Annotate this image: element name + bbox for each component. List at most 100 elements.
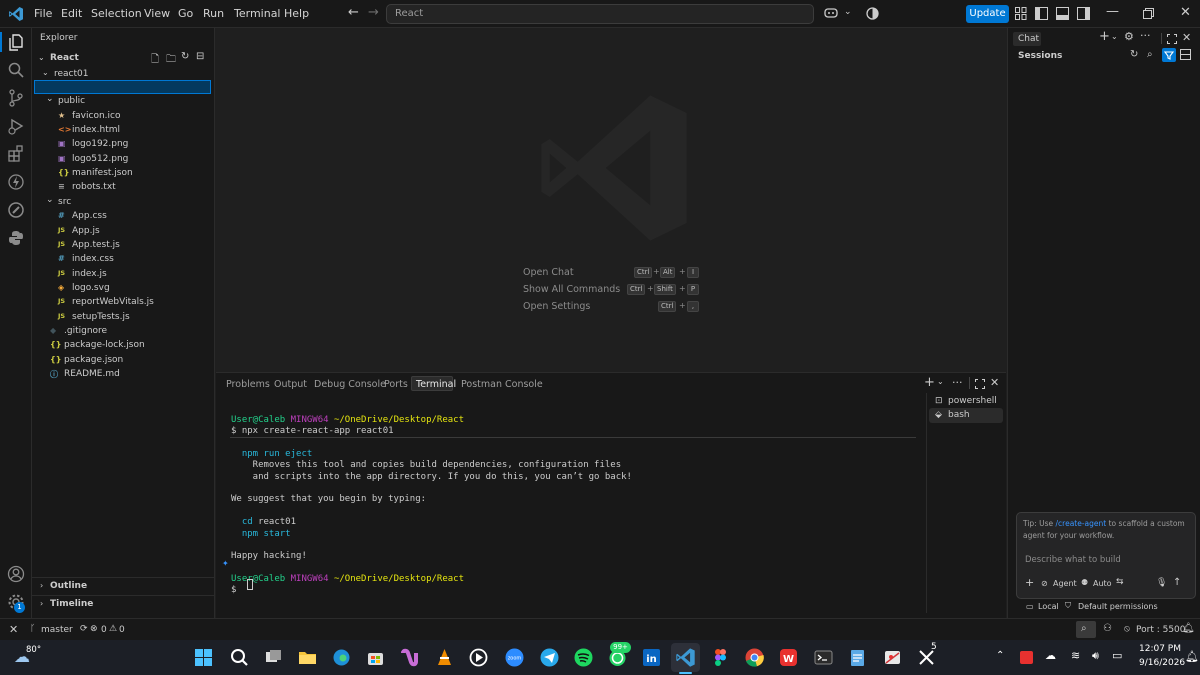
layout-icon[interactable]	[1180, 49, 1191, 60]
refresh-icon[interactable]: ↻	[1130, 49, 1138, 60]
close-icon[interactable]: ✕	[1180, 5, 1191, 20]
search-icon[interactable]: ⌕	[1147, 49, 1153, 60]
snipping-tool-icon[interactable]	[882, 647, 903, 668]
tab-debug-console[interactable]: Debug Console	[314, 379, 386, 390]
python-icon[interactable]	[6, 228, 26, 248]
more-actions-icon[interactable]: ···	[1140, 29, 1151, 42]
windows-start-icon[interactable]	[193, 647, 214, 668]
timeline-section[interactable]: Timeline	[50, 599, 93, 609]
source-control-icon[interactable]	[6, 88, 26, 108]
maximize-chat-icon[interactable]	[1167, 34, 1177, 44]
open-chat-command[interactable]: Open Chat	[523, 267, 574, 278]
tree-file[interactable]: ▣ logo512.png	[32, 153, 215, 167]
remote-icon[interactable]: ✕	[9, 623, 18, 636]
file-explorer-icon[interactable]	[297, 647, 318, 668]
edge-browser-icon[interactable]	[331, 647, 352, 668]
command-center-search[interactable]: React	[386, 4, 814, 24]
tree-file[interactable]: ⓘ README.md	[32, 368, 215, 382]
tree-file[interactable]: ◈ logo.svg	[32, 282, 215, 296]
chevron-down-icon[interactable]: ⌄	[844, 7, 852, 17]
tree-file[interactable]: JS App.js	[32, 225, 215, 239]
tree-file[interactable]: {} package-lock.json	[32, 339, 215, 353]
toggle-panel-icon[interactable]	[1056, 7, 1069, 20]
copilot-status-icon[interactable]: ⚇	[1103, 623, 1112, 634]
tab-output[interactable]: Output	[274, 379, 307, 390]
chrome-icon[interactable]	[744, 647, 765, 668]
create-agent-link[interactable]: /create-agent	[1056, 519, 1107, 528]
filter-icon[interactable]	[1162, 48, 1176, 62]
open-settings-command[interactable]: Open Settings	[523, 301, 590, 312]
task-view-icon[interactable]	[263, 647, 284, 668]
send-arrow-icon[interactable]: ↑	[1173, 577, 1181, 588]
update-button[interactable]: Update	[966, 5, 1009, 23]
battery-icon[interactable]: ▭	[1112, 649, 1122, 662]
warning-count[interactable]: 0	[119, 625, 125, 635]
tools-icon[interactable]: ⇆	[1116, 577, 1124, 587]
new-terminal-plus-icon[interactable]: +	[924, 375, 935, 390]
telegram-icon[interactable]	[539, 647, 560, 668]
run-debug-icon[interactable]	[6, 116, 26, 136]
vlc-icon[interactable]	[434, 647, 455, 668]
chevron-right-icon[interactable]: ›	[40, 599, 43, 608]
permissions-picker[interactable]: Default permissions	[1078, 602, 1158, 611]
notepad-icon[interactable]	[847, 647, 868, 668]
chevron-down-icon[interactable]: ⌄	[1111, 32, 1118, 41]
outline-section[interactable]: Outline	[50, 581, 87, 591]
account-icon[interactable]	[6, 564, 26, 584]
temperature[interactable]: 80°	[26, 645, 41, 655]
clock-date[interactable]: 9/16/2026	[1139, 658, 1185, 668]
vscode-logo-icon[interactable]	[8, 6, 24, 22]
explorer-files-icon[interactable]	[6, 32, 26, 52]
model-picker[interactable]: Auto	[1093, 579, 1112, 588]
tree-file[interactable]: JS setupTests.js	[32, 311, 215, 325]
chevron-down-icon[interactable]: ⌄	[38, 53, 45, 62]
menu-file[interactable]: File	[34, 7, 52, 20]
folder-react01[interactable]: react01	[54, 69, 88, 79]
chevron-down-icon[interactable]: ⌄	[937, 377, 944, 386]
chevron-down-icon[interactable]: ⌄	[42, 68, 49, 77]
zoom-app-icon[interactable]: zoom	[504, 647, 525, 668]
tree-file[interactable]: ◆ .gitignore	[32, 325, 215, 339]
tree-file[interactable]: {} package.json	[32, 354, 215, 368]
vscode-app-icon[interactable]	[675, 647, 696, 668]
accounts-circle-icon[interactable]	[866, 7, 879, 20]
tree-file[interactable]: JS App.test.js	[32, 239, 215, 253]
spotify-icon[interactable]	[573, 647, 594, 668]
menu-terminal[interactable]: Terminal	[234, 7, 281, 20]
sync-icon[interactable]: ⟳	[80, 624, 88, 634]
refresh-icon[interactable]: ↻	[181, 51, 189, 62]
menu-selection[interactable]: Selection	[91, 7, 142, 20]
menu-go[interactable]: Go	[178, 7, 193, 20]
new-folder-icon[interactable]: 🗀	[166, 52, 176, 69]
tab-terminal[interactable]: Terminal	[411, 376, 456, 391]
zoom-button[interactable]: ⌕	[1076, 621, 1096, 638]
chat-input-field[interactable]: Describe what to build	[1025, 555, 1121, 565]
menu-run[interactable]: Run	[203, 7, 224, 20]
restore-icon[interactable]	[1143, 8, 1154, 19]
tray-app-icon[interactable]	[1020, 651, 1033, 664]
shell-bash-row[interactable]: ⬙ bash	[929, 408, 1003, 423]
close-panel-icon[interactable]: ✕	[990, 376, 999, 389]
tree-file[interactable]: ★ favicon.ico	[32, 110, 215, 124]
tree-file[interactable]: # App.css	[32, 210, 215, 224]
collapse-all-icon[interactable]: ⊟	[196, 51, 204, 62]
postman-icon[interactable]	[6, 200, 26, 220]
tab-ports[interactable]: Ports	[384, 379, 408, 390]
clock-time[interactable]: 12:07 PM	[1139, 644, 1181, 654]
tree-file[interactable]: ≡ robots.txt	[32, 181, 215, 195]
figma-icon[interactable]	[710, 647, 731, 668]
cloud-sync-icon[interactable]: ☁	[1045, 649, 1056, 662]
lightning-icon[interactable]	[6, 172, 26, 192]
tree-file[interactable]: JS reportWebVitals.js	[32, 296, 215, 310]
menu-view[interactable]: View	[144, 7, 170, 20]
wifi-icon[interactable]: ≋	[1071, 649, 1080, 662]
tab-problems[interactable]: Problems	[226, 379, 270, 390]
notifications-bell-icon[interactable]: 🔔︎	[1182, 623, 1195, 634]
toggle-secondary-sidebar-icon[interactable]	[1077, 7, 1090, 20]
tree-folder[interactable]: ⌄ src	[32, 195, 215, 210]
error-count[interactable]: 0	[101, 625, 107, 635]
back-arrow-icon[interactable]: ←	[348, 5, 359, 20]
copilot-app-icon[interactable]	[399, 647, 420, 668]
show-hidden-icons-chevron-icon[interactable]: ⌃	[996, 650, 1004, 661]
microsoft-store-icon[interactable]	[365, 647, 386, 668]
